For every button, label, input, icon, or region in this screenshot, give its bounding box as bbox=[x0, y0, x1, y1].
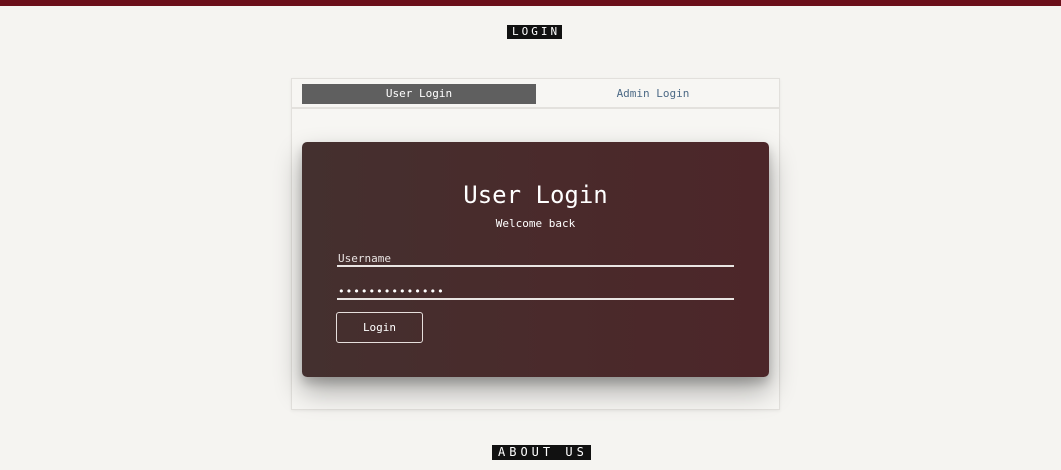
password-field[interactable] bbox=[337, 282, 735, 301]
login-tabs: User Login Admin Login bbox=[292, 79, 779, 109]
password-field-wrapper bbox=[337, 280, 735, 301]
card-subtitle: Welcome back bbox=[495, 217, 576, 230]
username-field[interactable] bbox=[337, 249, 735, 268]
top-accent-bar bbox=[0, 0, 1061, 6]
tab-admin-login[interactable]: Admin Login bbox=[536, 84, 770, 104]
login-card: User Login Welcome back Login bbox=[302, 142, 769, 377]
card-title: User Login bbox=[463, 181, 608, 209]
nav-login-link[interactable]: LOGIN bbox=[507, 25, 563, 39]
username-field-wrapper bbox=[337, 247, 735, 268]
login-button[interactable]: Login bbox=[336, 312, 423, 343]
tab-user-login[interactable]: User Login bbox=[302, 84, 536, 104]
nav-about-us-link[interactable]: ABOUT US bbox=[492, 445, 591, 460]
